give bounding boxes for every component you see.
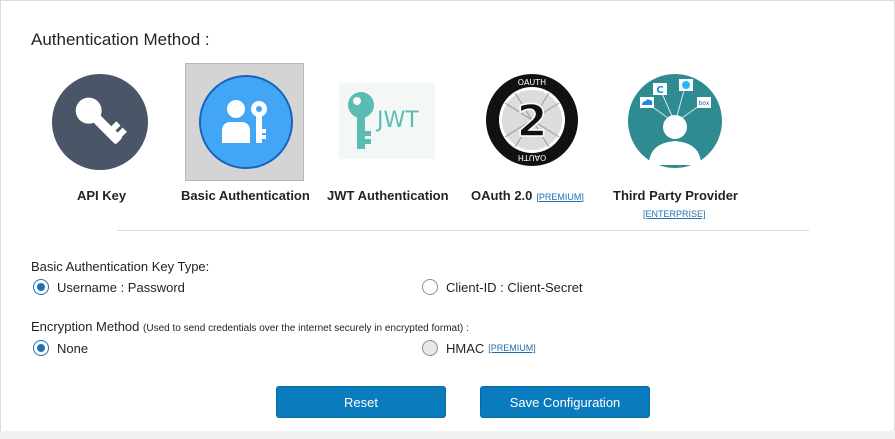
key-icon xyxy=(51,73,149,171)
radio-encryption-hmac[interactable]: HMAC [PREMIUM] xyxy=(422,340,536,356)
radio-label: Username : Password xyxy=(57,279,185,295)
authentication-settings-panel: Authentication Method : API Key Basic Au… xyxy=(0,0,895,432)
jwt-logo-text: JWT xyxy=(375,108,419,133)
encryption-label: Encryption Method (Used to send credenti… xyxy=(31,319,469,334)
save-configuration-button[interactable]: Save Configuration xyxy=(480,386,650,418)
method-api-key[interactable]: API Key xyxy=(51,73,151,203)
radio-button[interactable] xyxy=(422,279,438,295)
enterprise-link[interactable]: [ENTERPRISE] xyxy=(643,209,706,219)
provider-badge-c: C xyxy=(656,85,663,96)
jwt-key-icon: JWT xyxy=(339,83,435,159)
radio-client-id-secret[interactable]: Client-ID : Client-Secret xyxy=(422,279,583,295)
radio-label: HMAC xyxy=(446,340,485,356)
oauth2-icon: 2 OAUTH OAUTH xyxy=(485,73,579,167)
radio-encryption-none[interactable]: None xyxy=(33,340,88,356)
reset-button[interactable]: Reset xyxy=(276,386,446,418)
method-label: Basic Authentication xyxy=(181,188,310,203)
method-label: API Key xyxy=(77,188,127,203)
footer-bar xyxy=(0,431,895,439)
section-divider xyxy=(117,230,809,231)
method-jwt-authentication[interactable]: JWT JWT Authentication xyxy=(327,73,457,203)
oauth-ring-bottom: OAUTH xyxy=(518,153,546,162)
radio-button[interactable] xyxy=(33,340,49,356)
section-title: Authentication Method : xyxy=(31,30,210,49)
method-label-text: OAuth 2.0 xyxy=(471,188,533,203)
method-third-party-provider[interactable]: C box Third Party Provider [ENTERPRISE] xyxy=(611,73,751,223)
encryption-note: (Used to send credentials over the inter… xyxy=(143,323,469,334)
radio-label: None xyxy=(57,340,89,356)
third-party-provider-icon: C box xyxy=(627,73,723,169)
method-label: Third Party Provider xyxy=(613,188,738,203)
radio-label: Client-ID : Client-Secret xyxy=(446,279,583,295)
method-oauth-2[interactable]: 2 OAUTH OAUTH OAuth 2.0 [PREMIUM] xyxy=(471,73,611,203)
oauth-number: 2 xyxy=(517,96,548,147)
radio-button[interactable] xyxy=(33,279,49,295)
radio-username-password[interactable]: Username : Password xyxy=(33,279,185,295)
method-basic-authentication[interactable]: Basic Authentication xyxy=(181,73,311,203)
premium-link[interactable]: [PREMIUM] xyxy=(488,343,536,353)
method-label: OAuth 2.0 [PREMIUM] xyxy=(471,188,584,203)
premium-link[interactable]: [PREMIUM] xyxy=(536,192,584,202)
radio-button[interactable] xyxy=(422,340,438,356)
method-label: JWT Authentication xyxy=(327,188,449,203)
encryption-label-text: Encryption Method xyxy=(31,319,140,334)
key-type-label: Basic Authentication Key Type: xyxy=(31,259,210,274)
user-key-icon xyxy=(197,73,295,171)
provider-badge-box: box xyxy=(699,100,710,107)
oauth-ring-top: OAUTH xyxy=(518,78,546,87)
